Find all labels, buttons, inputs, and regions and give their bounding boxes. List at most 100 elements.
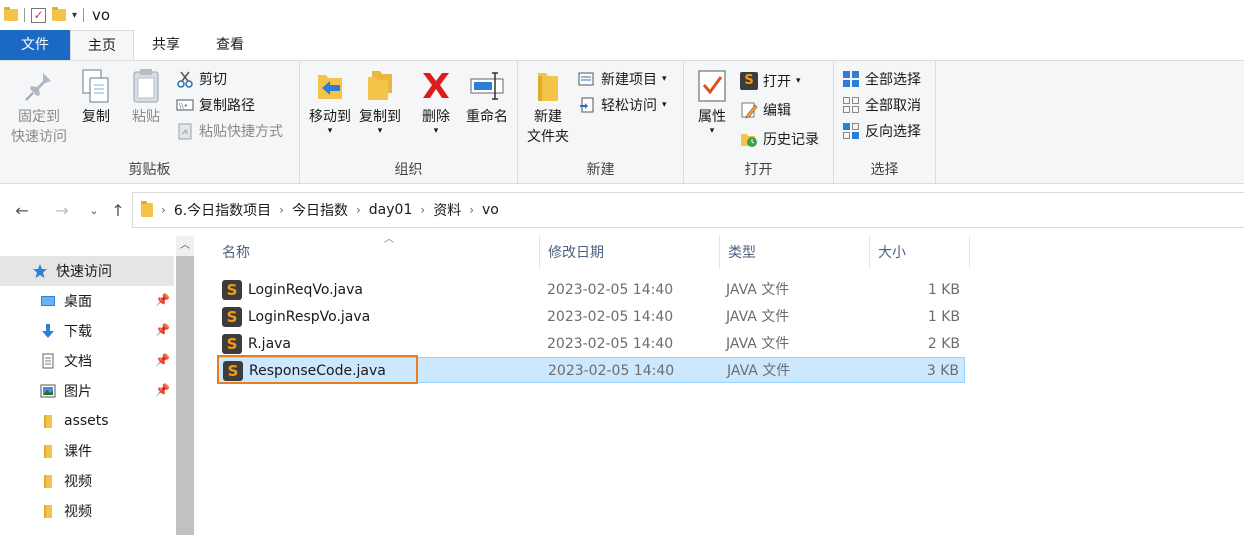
- pin-icon[interactable]: 📌: [155, 353, 170, 367]
- scroll-up-arrow-icon[interactable]: ︿: [176, 236, 194, 256]
- cut-label: 剪切: [199, 72, 227, 88]
- new-item-button[interactable]: 新建项目 ▾: [578, 67, 667, 91]
- file-date: 2023-02-05 14:40: [547, 282, 674, 298]
- properties-icon: [694, 67, 730, 105]
- breadcrumb-separator-icon[interactable]: ›: [161, 203, 166, 217]
- scrollbar-thumb[interactable]: [176, 256, 194, 535]
- address-bar[interactable]: › 6.今日指数项目 › 今日指数 › day01 › 资料 › vo: [132, 192, 1244, 228]
- tab-home[interactable]: 主页: [70, 30, 134, 60]
- nav-item-label: 视频: [64, 504, 92, 520]
- rename-button[interactable]: 重命名: [462, 61, 512, 127]
- file-type: JAVA 文件: [726, 309, 790, 325]
- rename-label: 重命名: [466, 109, 508, 125]
- column-header-size[interactable]: 大小: [870, 236, 970, 268]
- invert-selection-label: 反向选择: [865, 124, 921, 140]
- column-header-type[interactable]: 类型: [720, 236, 870, 268]
- new-folder-icon[interactable]: [52, 7, 66, 21]
- open-button[interactable]: S 打开 ▾: [740, 69, 801, 93]
- back-arrow-icon[interactable]: ←: [8, 201, 36, 220]
- nav-item-video[interactable]: 视频: [0, 466, 174, 496]
- address-row: ← → ⌄ ↑ › 6.今日指数项目 › 今日指数 › day01 › 资料 ›…: [0, 190, 1244, 230]
- file-name: LoginReqVo.java: [248, 282, 363, 298]
- breadcrumb-item[interactable]: vo: [482, 202, 499, 218]
- tab-share[interactable]: 共享: [134, 30, 198, 60]
- nav-item-video-2[interactable]: 视频: [0, 496, 174, 526]
- invert-selection-icon: [842, 122, 860, 140]
- column-header-date[interactable]: 修改日期: [540, 236, 720, 268]
- nav-item-quick-access[interactable]: 快速访问: [0, 256, 174, 286]
- pin-icon[interactable]: 📌: [155, 323, 170, 337]
- history-button[interactable]: 历史记录: [740, 127, 819, 151]
- svg-text:\\•: \\•: [179, 102, 188, 110]
- breadcrumb-separator-icon[interactable]: ›: [420, 203, 425, 217]
- divider: [24, 8, 25, 22]
- nav-item-label: assets: [64, 413, 109, 429]
- nav-item-pictures[interactable]: 图片 📌: [0, 376, 174, 406]
- pin-label-2: 快速访问: [11, 129, 67, 145]
- file-row[interactable]: S LoginReqVo.java 2023-02-05 14:40 JAVA …: [218, 277, 965, 303]
- file-date: 2023-02-05 14:40: [548, 363, 675, 379]
- nav-item-assets[interactable]: assets: [0, 406, 174, 436]
- move-to-button[interactable]: 移动到 ▾: [304, 61, 356, 136]
- file-name: R.java: [248, 336, 292, 352]
- paste-icon: [128, 67, 164, 105]
- breadcrumb-separator-icon[interactable]: ›: [356, 203, 361, 217]
- new-folder-button[interactable]: 新建 文件夹: [522, 61, 574, 147]
- copy-path-button[interactable]: \\• 复制路径: [176, 93, 255, 117]
- file-name: LoginRespVo.java: [248, 309, 371, 325]
- cut-button[interactable]: 剪切: [176, 67, 227, 91]
- delete-button[interactable]: 删除 ▾: [416, 61, 456, 136]
- navigation-pane: 快速访问 桌面 📌 下载 📌 文档 📌 图片 📌 assets 课件 视频 视频: [0, 236, 176, 535]
- pin-label-1: 固定到: [18, 109, 60, 125]
- pin-icon[interactable]: 📌: [155, 293, 170, 307]
- nav-item-desktop[interactable]: 桌面 📌: [0, 286, 174, 316]
- breadcrumb-item[interactable]: day01: [369, 202, 413, 218]
- properties-button[interactable]: 属性 ▾: [690, 61, 734, 136]
- nav-pane-scrollbar[interactable]: ︿: [176, 236, 194, 535]
- folder-icon: [4, 7, 18, 21]
- breadcrumb-item[interactable]: 资料: [433, 200, 461, 220]
- easy-access-button[interactable]: 轻松访问 ▾: [578, 93, 667, 117]
- edit-pencil-icon: [740, 101, 758, 119]
- open-label: 打开: [763, 74, 791, 90]
- nav-item-downloads[interactable]: 下载 📌: [0, 316, 174, 346]
- paste-shortcut-button[interactable]: 粘贴快捷方式: [176, 119, 283, 143]
- up-arrow-icon[interactable]: ↑: [104, 201, 132, 220]
- file-row[interactable]: S LoginRespVo.java 2023-02-05 14:40 JAVA…: [218, 304, 965, 330]
- nav-item-documents[interactable]: 文档 📌: [0, 346, 174, 376]
- properties-check-icon[interactable]: ✓: [31, 7, 46, 23]
- title-bar: ✓ ▾ vo: [0, 0, 1244, 30]
- tab-view[interactable]: 查看: [198, 30, 262, 60]
- customize-toolbar-caret-icon[interactable]: ▾: [72, 10, 77, 21]
- nav-item-courseware[interactable]: 课件: [0, 436, 174, 466]
- copy-to-button[interactable]: 复制到 ▾: [354, 61, 406, 136]
- nav-item-label: 快速访问: [56, 264, 112, 280]
- file-type: JAVA 文件: [726, 282, 790, 298]
- new-folder-label-2: 文件夹: [527, 129, 569, 145]
- forward-arrow-icon[interactable]: →: [48, 201, 76, 220]
- nav-item-label: 图片: [64, 384, 92, 400]
- annotation-highlight-box: [217, 355, 418, 384]
- edit-button[interactable]: 编辑: [740, 98, 791, 122]
- pin-icon[interactable]: 📌: [155, 383, 170, 397]
- tab-file[interactable]: 文件: [0, 30, 70, 60]
- new-item-caret-icon: ▾: [662, 74, 667, 84]
- copy-path-label: 复制路径: [199, 98, 255, 114]
- file-row[interactable]: S R.java 2023-02-05 14:40 JAVA 文件 2 KB: [218, 331, 965, 357]
- pin-to-quick-access-button[interactable]: 固定到 快速访问: [6, 61, 72, 147]
- breadcrumb-item[interactable]: 6.今日指数项目: [174, 200, 271, 220]
- select-all-button[interactable]: 全部选择: [842, 67, 921, 91]
- paste-button[interactable]: 粘贴: [126, 61, 166, 127]
- breadcrumb-separator-icon[interactable]: ›: [469, 203, 474, 217]
- breadcrumb-separator-icon[interactable]: ›: [279, 203, 284, 217]
- select-none-button[interactable]: 全部取消: [842, 93, 921, 117]
- select-group-label: 选择: [870, 162, 899, 178]
- breadcrumb-item[interactable]: 今日指数: [292, 200, 348, 220]
- organize-group: 移动到 ▾ 复制到 ▾ 删除 ▾ 重命名 组织: [300, 61, 518, 183]
- nav-item-label: 视频: [64, 474, 92, 490]
- copy-button[interactable]: 复制: [76, 61, 116, 127]
- copy-to-label: 复制到: [359, 109, 401, 125]
- invert-selection-button[interactable]: 反向选择: [842, 119, 921, 143]
- nav-item-label: 文档: [64, 354, 92, 370]
- column-header-name[interactable]: 名称 ︿: [214, 234, 540, 268]
